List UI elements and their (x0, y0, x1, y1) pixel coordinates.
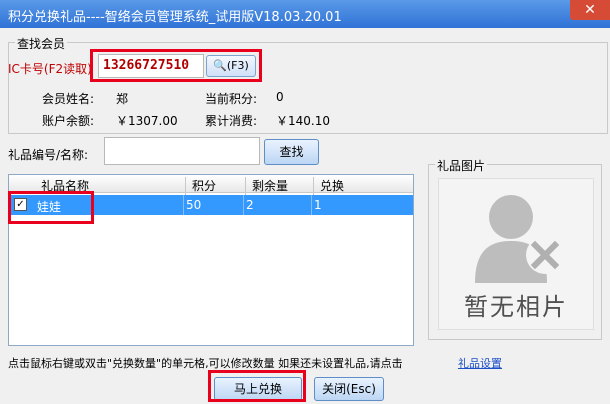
col-header-points[interactable]: 积分 (192, 177, 216, 194)
window-title: 积分兑换礼品----智络会员管理系统_试用版V18.03.20.01 (8, 10, 342, 25)
member-name-value: 郑 (116, 92, 129, 106)
spent-label: 累计消费: (205, 114, 258, 128)
cell-points[interactable]: 50 (186, 198, 201, 212)
cell-separator (243, 195, 244, 215)
col-separator (313, 177, 314, 195)
cell-remaining[interactable]: 2 (246, 198, 254, 212)
col-separator (185, 177, 186, 195)
col-header-exchange[interactable]: 兑换 (320, 177, 344, 194)
no-image-text: 暂无相片 (464, 293, 568, 321)
gift-search-label: 礼品编号/名称: (8, 148, 89, 162)
exchange-highlight-box (208, 370, 306, 402)
member-group-legend: 查找会员 (15, 35, 68, 52)
cell-separator (183, 195, 184, 215)
title-bar: 积分兑换礼品----智络会员管理系统_试用版V18.03.20.01 ✕ (0, 0, 610, 28)
spent-value: ￥140.10 (276, 114, 330, 128)
close-button[interactable]: 关闭(Esc) (314, 377, 384, 401)
gift-search-input[interactable] (104, 137, 260, 165)
row-highlight-box (8, 191, 94, 224)
close-button-label: 关闭(Esc) (322, 382, 376, 396)
gift-settings-link[interactable]: 礼品设置 (458, 355, 502, 371)
hint-text: 点击鼠标右键或双击"兑换数量"的单元格,可以修改数量 如果还未设置礼品,请点击 (8, 357, 403, 370)
cell-exchange[interactable]: 1 (314, 198, 322, 212)
cell-separator (311, 195, 312, 215)
member-name-label: 会员姓名: (42, 92, 95, 106)
col-header-remaining[interactable]: 剩余量 (252, 177, 288, 194)
gift-image-placeholder: 暂无相片 (438, 178, 594, 330)
close-window-button[interactable]: ✕ (570, 0, 610, 20)
gift-search-button[interactable]: 查找 (264, 139, 319, 165)
close-icon: ✕ (584, 2, 596, 18)
points-value: 0 (276, 90, 284, 104)
col-separator (245, 177, 246, 195)
user-placeholder-icon (475, 195, 564, 283)
ic-card-label: IC卡号(F2读取) (8, 62, 92, 76)
gift-search-button-label: 查找 (279, 145, 304, 159)
gift-image-legend: 礼品图片 (435, 157, 488, 174)
points-label: 当前积分: (205, 92, 258, 106)
balance-value: ￥1307.00 (116, 114, 178, 128)
card-highlight-box (90, 49, 262, 82)
balance-label: 账户余额: (42, 114, 95, 128)
